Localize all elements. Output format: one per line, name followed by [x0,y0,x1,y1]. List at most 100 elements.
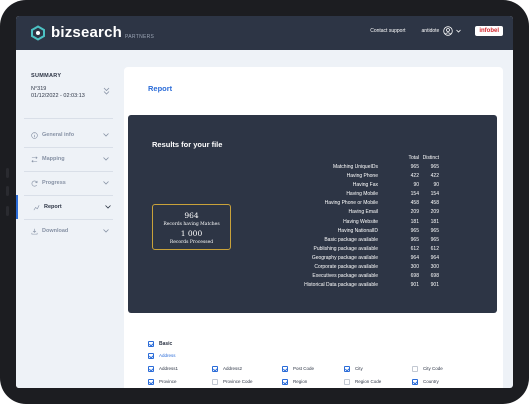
field-checkbox[interactable] [282,366,288,372]
stat-total: 300 [410,264,419,271]
field-checkbox[interactable] [212,366,218,372]
address-subgroup-checkbox[interactable] [148,353,154,359]
records-matched-label: Records having Matches [163,222,220,227]
tablet-frame: bizsearch PARTNERS Contact support antid… [0,0,529,404]
field-checkbox[interactable] [412,366,418,372]
sidebar-item-general-info[interactable]: General info [16,123,120,147]
stat-total: 964 [410,254,419,261]
app-screen: bizsearch PARTNERS Contact support antid… [16,16,513,388]
field-label: City [355,366,363,371]
logo-mark-icon [31,24,45,41]
chevron-down-icon [103,181,109,185]
stat-total: 458 [410,200,419,207]
field-checkbox[interactable] [412,379,418,385]
stat-distinct: 458 [430,200,439,207]
side-button [6,168,9,178]
stat-total: 181 [410,218,419,225]
stat-label: Having NationalID [337,227,378,234]
summary-date: 01/12/2022 - 02:03:13 [31,93,85,99]
progress-icon [31,180,38,187]
stat-total: 154 [410,191,419,198]
field-label: Post Code [293,366,315,371]
chevron-down-icon [103,133,109,137]
stat-distinct: 612 [430,245,439,252]
stat-total: 965 [410,236,419,243]
field-checkbox[interactable] [282,379,288,385]
field-label: Country [423,379,439,384]
records-processed-label: Records Processed [169,240,214,245]
chevron-down-icon [105,205,111,209]
field-label: Province [159,379,177,384]
stat-label: Having Phone [346,173,378,180]
chevron-down-icon [456,29,462,33]
column-header-total: Total [408,155,419,161]
table-row: Having Website 181 181 [278,219,444,228]
partner-badge: infobel [475,26,503,36]
field-checkbox[interactable] [148,379,154,385]
side-button [6,206,9,216]
double-chevron-down-icon[interactable] [103,87,110,95]
field-label: Region [293,379,308,384]
field-checkbox[interactable] [212,379,218,385]
sidebar-item-mapping[interactable]: Mapping [16,147,120,171]
user-avatar-icon [443,26,454,36]
stat-distinct: 965 [430,164,439,170]
summary-title: SUMMARY [31,73,62,79]
stat-label: Having Phone or Mobile [324,200,378,207]
sidebar-item-report[interactable]: Report [16,195,122,219]
stat-total: 422 [410,173,419,180]
chevron-down-icon [103,157,109,161]
table-row: Having Fax 90 90 [278,182,444,191]
stat-distinct: 965 [430,236,439,243]
side-button [6,186,9,196]
field-checkbox[interactable] [344,366,350,372]
stat-label: Having Mobile [346,191,378,198]
results-panel: Results for your file 964 Records having… [128,115,497,313]
sidebar-item-progress[interactable]: Progress [16,171,120,195]
contact-support-link[interactable]: Contact support [370,28,405,34]
stat-distinct: 965 [430,227,439,234]
subgroup-label: Address [159,353,176,358]
table-row: Having Mobile 154 154 [278,191,444,200]
stat-distinct: 698 [430,273,439,280]
top-right-area: Contact support antidote infobel [370,26,503,36]
mapping-icon [31,155,38,163]
stat-distinct: 964 [430,254,439,261]
brand-logo[interactable]: bizsearch PARTNERS [30,24,154,41]
records-processed-value: 1 000 [180,229,203,238]
stat-distinct: 209 [430,209,439,216]
divider [24,118,113,119]
field-label: Address1 [159,366,179,371]
field-checkbox[interactable] [148,366,154,372]
sidebar-item-label: Report [44,204,62,210]
sidebar-item-label: Download [42,228,69,234]
sidebar-item-label: Mapping [42,156,65,162]
basic-group-checkbox[interactable] [148,341,154,347]
brand-subtitle: PARTNERS [125,33,155,40]
sidebar-item-label: Progress [42,180,66,186]
user-menu[interactable]: antidote [422,26,462,36]
stat-label: Historical Data package available [304,282,378,289]
table-body: Matching UniqueIDs 965 965 Having Phone 422 4… [278,164,444,291]
sidebar-item-label: General info [42,132,75,138]
stat-total: 90 [413,182,419,189]
table-row: Geography package available 964 964 [278,255,444,264]
sidebar-item-download[interactable]: Download [16,219,120,243]
stat-label: Basic package available [324,236,378,243]
field-label: Address2 [223,366,243,371]
results-title: Results for your file [152,140,223,149]
stat-total: 901 [410,282,419,289]
user-name: antidote [421,28,440,34]
stat-distinct: 154 [430,191,439,198]
stat-total: 965 [410,164,419,170]
summary-number: N°319 [31,86,47,92]
info-icon [31,131,38,139]
field-label: City Code [423,366,443,371]
field-checkbox[interactable] [344,379,350,385]
table-row: Having Email 209 209 [278,209,444,218]
records-summary-box: 964 Records having Matches 1 000 Records… [152,204,231,250]
stat-label: Corporate package available [314,264,378,271]
report-card: Report Results for your file 964 Records… [124,67,503,388]
stat-distinct: 181 [430,218,439,225]
stat-distinct: 901 [430,282,439,289]
